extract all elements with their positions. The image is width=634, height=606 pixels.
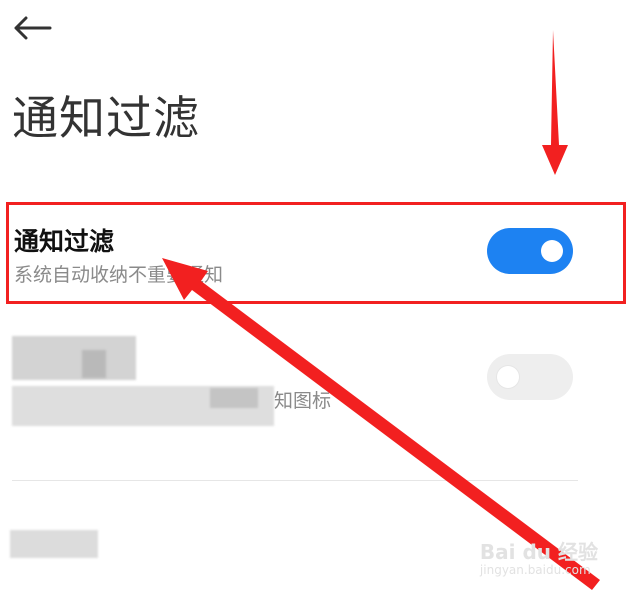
obscured-setting-toggle[interactable] xyxy=(487,354,573,400)
down-arrow-icon xyxy=(542,30,568,175)
watermark-url: jingyan.baidu.com xyxy=(479,563,591,577)
page-title: 通知过滤 xyxy=(12,91,200,145)
section-divider xyxy=(12,480,578,481)
obscured-title-detail xyxy=(82,350,106,378)
annotation-highlight-box xyxy=(6,202,626,304)
arrow-left-icon xyxy=(14,16,52,40)
setting-subtitle: 知图标 xyxy=(274,390,332,412)
obscured-title xyxy=(12,336,136,380)
obscured-title xyxy=(10,530,98,558)
toggle-knob xyxy=(497,366,519,388)
watermark: Bai du 经验 jingyan.baidu.com xyxy=(480,542,598,576)
back-button[interactable] xyxy=(8,10,56,46)
setting-row-obscured[interactable]: 知图标 xyxy=(10,330,618,426)
obscured-subtitle-detail xyxy=(210,388,258,408)
watermark-logo: Bai du 经验 xyxy=(479,540,598,564)
